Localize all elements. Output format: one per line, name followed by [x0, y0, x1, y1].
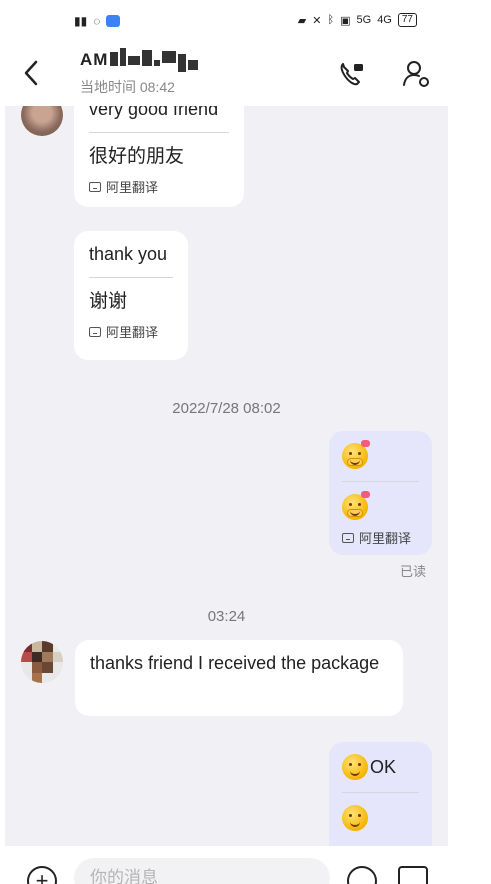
translation-divider — [342, 481, 419, 482]
translation-credit: 阿里翻译 — [89, 177, 229, 196]
translation-divider — [342, 792, 419, 793]
outgoing-message-bubble[interactable]: OK — [329, 742, 432, 846]
timestamp-separator: 2022/7/28 08:02 — [172, 400, 281, 417]
battery-indicator: 77 — [397, 13, 417, 27]
translate-icon — [342, 532, 354, 543]
add-attachment-button[interactable]: + — [27, 866, 57, 884]
message-input-bar: + — [0, 846, 491, 884]
image-picker-button[interactable] — [398, 866, 428, 884]
smile-emoji-icon — [342, 754, 368, 780]
original-text-label: OK — [370, 757, 397, 777]
emoji-picker-button[interactable] — [347, 866, 377, 884]
translated-emoji — [342, 491, 419, 520]
translation-credit: 阿里翻译 — [342, 528, 419, 547]
translation-divider — [89, 277, 173, 278]
contact-profile-button[interactable] — [398, 56, 434, 92]
translated-text: 谢谢 — [89, 291, 128, 312]
status-bar: ▮▮ ◌ ▰ ✕ ᛒ ▣ 5G 4G 77 — [0, 0, 491, 44]
contact-avatar[interactable] — [21, 641, 63, 683]
user-settings-icon — [403, 61, 429, 87]
back-button[interactable] — [14, 56, 48, 90]
app-icon — [106, 15, 121, 27]
message-text: thanks friend I received the package — [90, 653, 380, 673]
original-text: thank you — [89, 244, 168, 264]
local-time: 当地时间 08:42 — [80, 79, 175, 95]
bluetooth-icon: ᛒ — [327, 14, 335, 26]
translate-icon — [89, 326, 101, 337]
translation-credit: 阿里翻译 — [89, 322, 173, 341]
wifi-icon: ◌ — [93, 14, 101, 28]
signal-4g: 4G — [377, 14, 392, 26]
translation-credit-label: 阿里翻译 — [106, 180, 159, 195]
translation-credit-label: 阿里翻译 — [359, 531, 412, 546]
phone-icon — [340, 63, 363, 86]
read-status: 已读 — [400, 564, 427, 579]
contact-avatar[interactable] — [21, 106, 63, 136]
outgoing-message-bubble[interactable]: 阿里翻译 — [329, 431, 432, 555]
chat-header: AM 当地时间 08:42 — [0, 44, 491, 106]
shy-face-emoji-icon — [342, 491, 370, 520]
translation-credit-label: 阿里翻译 — [106, 325, 159, 340]
translated-text: 很好的朋友 — [89, 146, 185, 167]
notification-icon: ▮▮ — [74, 14, 88, 28]
incoming-message-bubble[interactable]: very good friend 很好的朋友 阿里翻译 — [74, 106, 244, 207]
incoming-message-bubble[interactable]: thanks friend I received the package — [75, 640, 403, 716]
translated-emoji — [342, 805, 419, 831]
original-text: very good friend — [89, 106, 219, 119]
censored-name-mosaic — [110, 48, 198, 72]
camera-icon: ▰ — [297, 14, 307, 27]
chat-messages-area[interactable]: very good friend 很好的朋友 阿里翻译 thank you 谢谢… — [5, 106, 448, 846]
message-input[interactable] — [74, 858, 330, 884]
status-right: ▰ ✕ ᛒ ▣ 5G 4G 77 — [298, 13, 417, 27]
translate-icon — [89, 181, 101, 192]
status-left: ▮▮ ◌ — [74, 14, 121, 28]
shy-face-emoji-icon — [342, 440, 370, 469]
original-emoji — [342, 440, 419, 469]
original-text: OK — [342, 754, 419, 780]
translation-divider — [89, 132, 229, 133]
incoming-message-bubble[interactable]: thank you 谢谢 阿里翻译 — [74, 231, 188, 360]
plus-icon: + — [35, 868, 49, 884]
video-call-button[interactable] — [334, 56, 370, 92]
screen-icon: ▣ — [340, 14, 351, 27]
smile-emoji-icon — [342, 805, 368, 831]
signal-5g: 5G — [356, 14, 372, 26]
contact-name: AM — [80, 50, 109, 69]
timestamp-separator: 03:24 — [207, 608, 246, 625]
mute-icon: ✕ — [312, 14, 322, 27]
chevron-left-icon — [24, 60, 38, 86]
